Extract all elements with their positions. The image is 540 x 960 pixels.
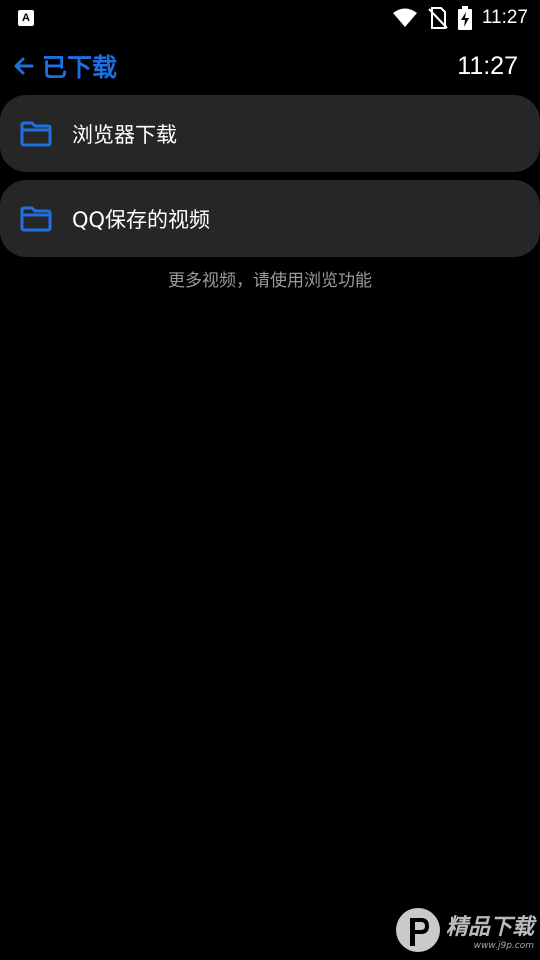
status-left: A	[18, 10, 34, 26]
watermark: 精品下载 www.j9p.com	[394, 906, 534, 954]
header-time: 11:27	[457, 51, 518, 80]
status-right: 11:27	[392, 6, 528, 30]
watermark-url: www.j9p.com	[473, 941, 534, 951]
status-bar: A 11:27	[0, 0, 540, 36]
status-time: 11:27	[481, 7, 528, 28]
watermark-text: 精品下载	[445, 915, 534, 940]
page-title: 已下载	[42, 53, 118, 82]
hint-text: 更多视频，请使用浏览功能	[168, 271, 372, 291]
arrow-left-icon	[14, 57, 34, 75]
folder-item-qq-videos[interactable]: QQ保存的视频	[0, 180, 540, 257]
folder-item-browser-downloads[interactable]: 浏览器下载	[0, 95, 540, 172]
folder-icon	[20, 121, 52, 146]
back-button[interactable]: 已下载	[12, 48, 117, 84]
wifi-icon	[392, 8, 417, 27]
app-header: 已下载 11:27	[0, 44, 540, 88]
folder-list: 浏览器下载 QQ保存的视频	[0, 95, 540, 265]
folder-label: QQ保存的视频	[72, 207, 211, 232]
watermark-text-wrap: 精品下载 www.j9p.com	[446, 909, 534, 951]
folder-icon	[20, 206, 52, 231]
p-logo-icon	[395, 908, 440, 952]
folder-label: 浏览器下载	[72, 122, 177, 147]
notification-icon: A	[18, 10, 34, 26]
battery-charging-icon	[457, 6, 472, 30]
no-sim-icon	[428, 7, 448, 29]
